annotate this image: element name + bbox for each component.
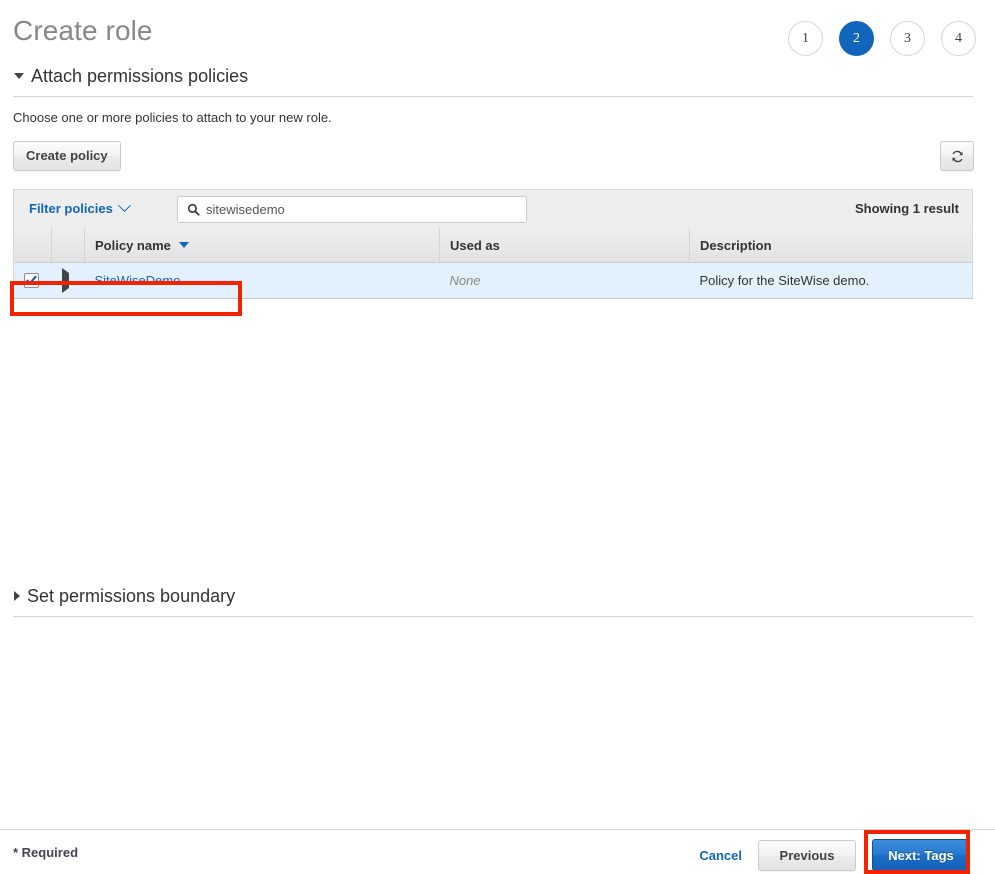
attach-permissions-title: Attach permissions policies [31,66,248,87]
step-indicator: 1 2 3 4 [788,21,976,56]
header-used-as[interactable]: Used as [440,228,690,263]
header-expand [52,228,85,263]
create-policy-button[interactable]: Create policy [13,141,121,171]
table-header-row: Policy name Used as Description [14,228,973,263]
page-header: Create role 1 2 3 4 [0,0,995,62]
next-tags-button[interactable]: Next: Tags [872,839,970,871]
step-4[interactable]: 4 [941,21,976,56]
policies-table: Policy name Used as Description [13,228,973,299]
attach-permissions-description: Choose one or more policies to attach to… [13,110,995,125]
search-icon [187,203,200,216]
row-checkbox[interactable] [24,273,39,288]
refresh-icon [950,149,965,164]
step-2[interactable]: 2 [839,21,874,56]
refresh-button[interactable] [940,141,974,171]
permissions-boundary-header[interactable]: Set permissions boundary [0,582,995,610]
header-policy-name[interactable]: Policy name [85,228,440,263]
page-title: Create role [13,15,153,47]
header-description[interactable]: Description [690,228,973,263]
description-value: Policy for the SiteWise demo. [700,273,870,288]
search-input[interactable] [206,202,496,217]
caret-right-icon[interactable] [62,268,69,293]
policy-name-link[interactable]: SiteWiseDemo [95,273,181,288]
filter-policies-label: Filter policies [29,201,113,216]
attach-permissions-header[interactable]: Attach permissions policies [0,62,995,90]
row-used-as-cell: None [440,263,690,299]
policies-table-body: SiteWiseDemo None Policy for the SiteWis… [14,263,973,299]
used-as-value: None [450,273,481,288]
row-policy-name-cell[interactable]: SiteWiseDemo [85,263,440,299]
boundary-divider [13,616,973,617]
attach-permissions-section: Attach permissions policies Choose one o… [0,62,995,299]
cancel-button[interactable]: Cancel [699,848,742,863]
permissions-boundary-title: Set permissions boundary [27,586,235,607]
header-select-all[interactable] [14,228,52,263]
previous-button[interactable]: Previous [758,840,856,871]
wizard-footer: * Required Cancel Previous Next: Tags [0,829,995,874]
step-3[interactable]: 3 [890,21,925,56]
chevron-down-icon [118,199,131,212]
row-description-cell: Policy for the SiteWise demo. [690,263,973,299]
row-checkbox-cell[interactable] [14,263,52,299]
policy-search-box[interactable] [177,196,527,223]
sort-descending-icon [179,242,189,248]
filter-bar: Filter policies Showing 1 result [13,189,973,228]
required-note: * Required [13,845,78,860]
header-policy-name-label: Policy name [95,238,171,253]
caret-right-icon[interactable] [14,591,20,601]
policies-table-header: Policy name Used as Description [14,228,973,263]
caret-down-icon[interactable] [14,73,24,79]
policy-toolbar: Create policy [0,141,995,175]
permissions-boundary-section: Set permissions boundary [0,582,995,617]
filter-policies-dropdown[interactable]: Filter policies [29,201,129,216]
step-1[interactable]: 1 [788,21,823,56]
section-divider [13,96,973,97]
footer-actions: Cancel Previous Next: Tags [699,839,970,871]
showing-results-label: Showing 1 result [855,201,959,216]
row-expand-cell[interactable] [52,263,85,299]
table-row[interactable]: SiteWiseDemo None Policy for the SiteWis… [14,263,973,299]
